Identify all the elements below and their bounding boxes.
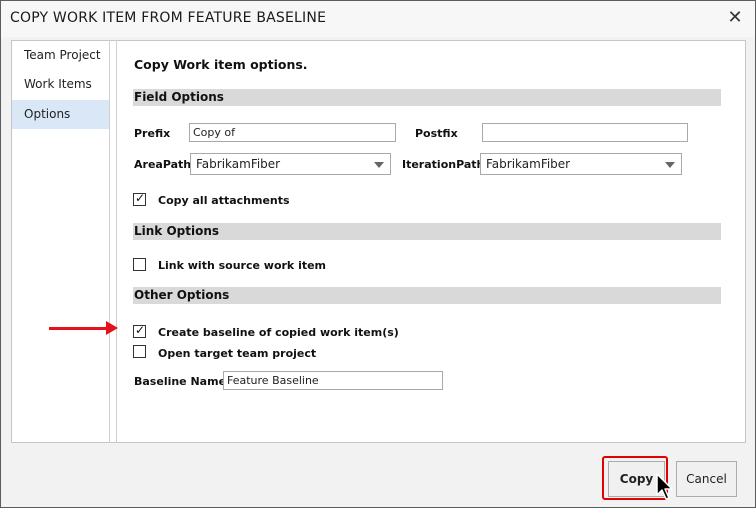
prefix-input[interactable]: Copy of (189, 123, 396, 142)
areapath-value: FabrikamFiber (196, 157, 281, 171)
prefix-label: Prefix (134, 127, 171, 140)
copy-attachments-checkbox[interactable]: ✓ (133, 191, 146, 206)
close-icon[interactable]: ✕ (725, 8, 745, 28)
open-target-checkbox[interactable] (133, 345, 146, 358)
other-options-title: Other Options (134, 288, 230, 302)
options-heading: Copy Work item options. (134, 57, 308, 72)
postfix-label: Postfix (415, 127, 458, 140)
check-icon: ✓ (135, 323, 146, 337)
field-options-title: Field Options (134, 90, 224, 104)
cancel-button-label: Cancel (686, 472, 727, 486)
baseline-name-label: Baseline Name (134, 375, 227, 388)
annotation-arrow-shaft (49, 327, 109, 330)
nav-divider-inner (116, 40, 117, 443)
areapath-select[interactable]: FabrikamFiber (190, 153, 391, 175)
create-baseline-label: Create baseline of copied work item(s) (158, 326, 399, 339)
postfix-input[interactable] (482, 123, 688, 142)
check-icon: ✓ (135, 191, 146, 205)
iterationpath-select[interactable]: FabrikamFiber (480, 153, 682, 175)
link-options-bar (133, 223, 721, 240)
copy-button-label: Copy (619, 472, 654, 486)
dialog-title: COPY WORK ITEM FROM FEATURE BASELINE (10, 10, 327, 26)
link-source-checkbox[interactable] (133, 258, 146, 271)
areapath-label: AreaPath (134, 158, 192, 171)
open-target-label: Open target team project (158, 347, 317, 360)
baseline-name-input[interactable]: Feature Baseline (223, 371, 443, 390)
nav-divider (109, 40, 110, 443)
nav-item-work-items[interactable]: Work Items (12, 70, 109, 99)
iterationpath-value: FabrikamFiber (486, 157, 571, 171)
chevron-down-icon (374, 162, 384, 168)
link-options-title: Link Options (134, 224, 220, 238)
link-source-label: Link with source work item (158, 259, 327, 272)
nav-item-options[interactable]: Options (12, 100, 109, 129)
iterationpath-label: IterationPath (402, 158, 485, 171)
nav-item-team-project[interactable]: Team Project (12, 41, 109, 70)
chevron-down-icon (665, 162, 675, 168)
cancel-button[interactable]: Cancel (676, 461, 737, 497)
annotation-arrow-icon (106, 321, 118, 335)
create-baseline-checkbox[interactable]: ✓ (133, 323, 146, 338)
mouse-cursor-icon (656, 473, 673, 500)
copy-attachments-label: Copy all attachments (158, 194, 290, 207)
